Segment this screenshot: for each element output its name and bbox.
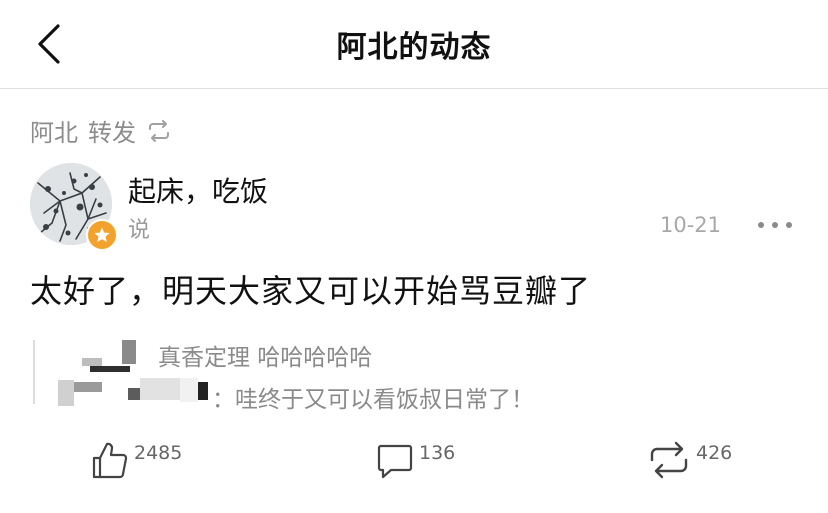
repost-icon xyxy=(650,441,688,479)
post-date: 10-21 xyxy=(660,213,722,237)
quote-bar xyxy=(33,340,35,404)
more-dot-icon xyxy=(758,222,764,228)
thumbs-up-icon xyxy=(92,442,128,479)
comment-icon xyxy=(377,444,413,479)
author-name[interactable]: 起床，吃饭 xyxy=(128,170,268,210)
repost-user[interactable]: 阿北 xyxy=(30,113,78,148)
repost-count: 426 xyxy=(696,442,733,464)
quote-comment-2[interactable]: ：哇终于又可以看饭叔日常了！ xyxy=(212,380,534,414)
quote-comment-1[interactable]: 真香定理 哈哈哈哈哈 xyxy=(158,338,372,372)
repost-button[interactable]: 426 xyxy=(646,440,732,490)
repost-indicator: 阿北 转发 xyxy=(30,113,174,148)
like-button[interactable]: 2485 xyxy=(90,440,182,490)
comment-count: 136 xyxy=(419,442,456,464)
like-count: 2485 xyxy=(134,442,183,464)
more-dot-icon xyxy=(786,222,792,228)
post-text: 太好了，明天大家又可以开始骂豆瓣了 xyxy=(30,272,592,310)
more-dot-icon xyxy=(772,222,778,228)
repost-label: 转发 xyxy=(88,119,136,147)
more-options-button[interactable] xyxy=(758,210,792,240)
comment-button[interactable]: 136 xyxy=(375,440,455,490)
repost-icon xyxy=(144,119,174,143)
verified-badge-icon xyxy=(86,219,118,251)
header-divider xyxy=(0,88,828,89)
page-title: 阿北的动态 xyxy=(336,30,492,65)
header-bar: 阿北的动态 xyxy=(0,0,828,88)
author-subtext: 说 xyxy=(128,218,151,243)
